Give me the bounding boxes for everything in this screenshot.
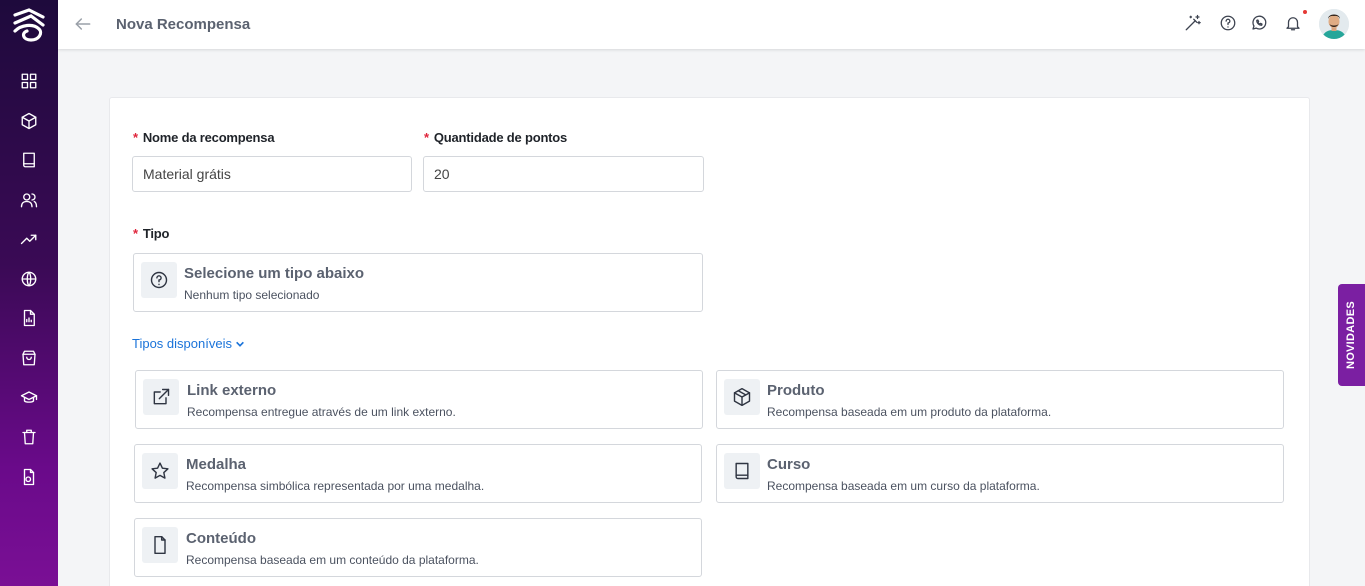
option-title: Medalha — [186, 456, 247, 473]
whatsapp-icon[interactable] — [1250, 14, 1270, 34]
sidebar — [0, 0, 58, 586]
top-header: Nova Recompensa — [58, 0, 1365, 49]
users-icon[interactable] — [17, 188, 41, 212]
selected-type-title: Selecione um tipo abaixo — [184, 265, 365, 282]
box-icon — [724, 379, 760, 415]
file-settings-icon[interactable] — [17, 465, 41, 489]
reward-name-input[interactable] — [132, 156, 412, 192]
dashboard-icon[interactable] — [17, 69, 41, 93]
chevron-down-icon — [236, 341, 244, 347]
option-content[interactable]: Conteúdo Recompensa baseada em um conteú… — [134, 518, 702, 577]
help-icon[interactable] — [1219, 14, 1239, 34]
option-desc: Recompensa baseada em um curso da plataf… — [767, 479, 1040, 493]
option-title: Link externo — [187, 382, 277, 399]
option-desc: Recompensa entregue através de um link e… — [187, 405, 456, 419]
graduation-cap-icon[interactable] — [17, 386, 41, 410]
selected-type-subtitle: Nenhum tipo selecionado — [184, 288, 320, 302]
option-medal[interactable]: Medalha Recompensa simbólica representad… — [134, 444, 702, 503]
magic-wand-icon[interactable] — [1184, 14, 1204, 34]
logo[interactable] — [9, 5, 49, 45]
external-link-icon — [143, 379, 179, 415]
type-label: * Tipo — [133, 226, 169, 241]
trash-icon[interactable] — [17, 425, 41, 449]
name-label-text: Nome da recompensa — [142, 130, 275, 145]
available-types-label: Tipos disponíveis — [132, 336, 232, 351]
shopping-bag-icon[interactable] — [17, 346, 41, 370]
selected-type-box[interactable]: Selecione um tipo abaixo Nenhum tipo sel… — [133, 253, 703, 312]
novidades-tab[interactable]: NOVIDADES — [1338, 284, 1365, 386]
notification-dot — [1303, 10, 1307, 14]
option-course[interactable]: Curso Recompensa baseada em um curso da … — [716, 444, 1284, 503]
option-product[interactable]: Produto Recompensa baseada em um produto… — [716, 370, 1284, 429]
form-card: * Nome da recompensa * Quantidade de ponto… — [109, 97, 1310, 586]
novidades-label: NOVIDADES — [1345, 300, 1358, 370]
avatar[interactable] — [1319, 9, 1349, 39]
file-icon — [142, 527, 178, 563]
available-types-toggle[interactable]: Tipos disponíveis — [132, 336, 245, 351]
page-title: Nova Recompensa — [116, 16, 251, 33]
option-title: Conteúdo — [186, 530, 256, 547]
required-mark: * — [424, 130, 429, 145]
bell-icon[interactable] — [1284, 14, 1304, 34]
trending-up-icon[interactable] — [17, 227, 41, 251]
book-icon — [724, 453, 760, 489]
option-title: Produto — [767, 382, 825, 399]
option-title: Curso — [767, 456, 811, 473]
book-icon[interactable] — [17, 148, 41, 172]
name-label: * Nome da recompensa — [133, 130, 275, 145]
option-external-link[interactable]: Link externo Recompensa entregue através… — [135, 370, 703, 429]
option-desc: Recompensa baseada em um produto da plat… — [767, 405, 1052, 419]
points-label: * Quantidade de pontos — [424, 130, 567, 145]
points-input[interactable] — [423, 156, 704, 192]
option-desc: Recompensa simbólica representada por um… — [186, 479, 485, 493]
option-desc: Recompensa baseada em um conteúdo da pla… — [186, 553, 479, 567]
points-label-text: Quantidade de pontos — [433, 130, 568, 145]
report-icon[interactable] — [17, 306, 41, 330]
type-label-text: Tipo — [142, 226, 170, 241]
back-arrow-icon[interactable] — [73, 14, 95, 36]
required-mark: * — [133, 130, 138, 145]
star-icon — [142, 453, 178, 489]
question-icon — [141, 262, 177, 298]
globe-icon[interactable] — [17, 267, 41, 291]
required-mark: * — [133, 226, 138, 241]
box-icon[interactable] — [17, 109, 41, 133]
